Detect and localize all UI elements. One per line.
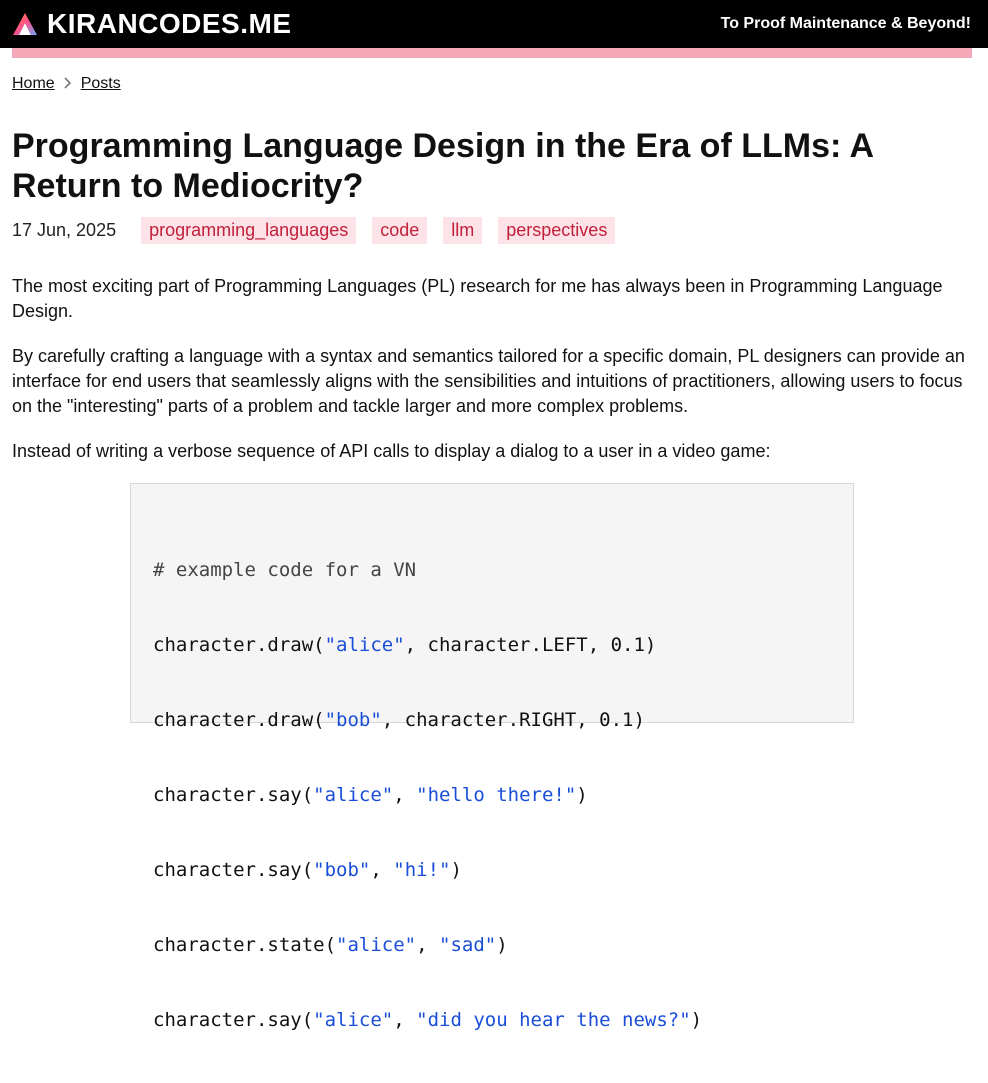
code-comment: # example code for a VN bbox=[153, 559, 417, 581]
code-string: "alice" bbox=[313, 784, 394, 806]
code-line-6: character.say("alice", "did you hear the… bbox=[153, 1008, 831, 1033]
code-text: , character.RIGHT, 0.1) bbox=[381, 709, 645, 731]
post-meta: 17 Jun, 2025 programming_languages code … bbox=[12, 215, 631, 245]
breadcrumb-posts-link[interactable]: Posts bbox=[81, 75, 121, 93]
code-text: character.state( bbox=[153, 934, 337, 956]
chevron-right-icon bbox=[55, 76, 81, 92]
code-string: "hello there!" bbox=[416, 784, 577, 806]
site-name: KIRANCODES.ME bbox=[47, 8, 292, 39]
triangle-logo-icon bbox=[13, 13, 37, 35]
code-text: , character.LEFT, 0.1) bbox=[404, 634, 657, 656]
code-text: ) bbox=[690, 1009, 703, 1031]
code-text: character.draw( bbox=[153, 709, 325, 731]
code-text: character.say( bbox=[153, 1009, 314, 1031]
post-title: Programming Language Design in the Era o… bbox=[12, 127, 873, 205]
paragraph-intro: The most exciting part of Programming La… bbox=[12, 276, 943, 321]
post-date: 17 Jun, 2025 bbox=[12, 219, 117, 240]
code-line-5: character.state("alice", "sad") bbox=[153, 933, 831, 958]
breadcrumb-home-link[interactable]: Home bbox=[12, 75, 55, 93]
paragraph-design: By carefully crafting a language with a … bbox=[12, 346, 965, 416]
tag-programming-languages[interactable]: programming_languages bbox=[141, 216, 357, 244]
code-text: ) bbox=[450, 859, 462, 881]
code-line-3: character.say("alice", "hello there!") bbox=[153, 783, 831, 808]
code-line-1: character.draw("alice", character.LEFT, … bbox=[153, 633, 831, 658]
code-string: "sad" bbox=[439, 934, 497, 956]
code-text: ) bbox=[576, 784, 588, 806]
code-string: "alice" bbox=[324, 634, 405, 656]
site-logo-link[interactable]: KIRANCODES.ME bbox=[12, 10, 292, 38]
code-string: "did you hear the news?" bbox=[416, 1009, 691, 1031]
breadcrumb: Home Posts bbox=[12, 70, 976, 98]
code-text: , bbox=[370, 859, 394, 881]
paragraph-example-intro: Instead of writing a verbose sequence of… bbox=[12, 441, 771, 461]
code-text: character.say( bbox=[153, 859, 314, 881]
code-text: , bbox=[393, 1009, 417, 1031]
tag-perspectives[interactable]: perspectives bbox=[498, 216, 616, 244]
code-text: character.draw( bbox=[153, 634, 325, 656]
code-line-4: character.say("bob", "hi!") bbox=[153, 858, 831, 883]
tag-code[interactable]: code bbox=[372, 216, 428, 244]
post-content: Home Posts Programming Language Design i… bbox=[12, 70, 976, 1031]
code-text: ) bbox=[496, 934, 508, 956]
code-string: "hi!" bbox=[393, 859, 451, 881]
code-string: "bob" bbox=[313, 859, 371, 881]
code-block: # example code for a VN character.draw("… bbox=[130, 483, 854, 1031]
code-string: "alice" bbox=[336, 934, 417, 956]
code-string: "alice" bbox=[313, 1009, 394, 1031]
code-text: character.say( bbox=[153, 784, 314, 806]
code-text: , bbox=[416, 934, 439, 956]
site-header: KIRANCODES.ME To Proof Maintenance & Bey… bbox=[0, 0, 988, 48]
code-string: "bob" bbox=[324, 709, 382, 731]
site-tagline: To Proof Maintenance & Beyond! bbox=[720, 15, 971, 32]
code-text: , bbox=[393, 784, 417, 806]
code-line-2: character.draw("bob", character.RIGHT, 0… bbox=[153, 708, 831, 733]
tag-llm[interactable]: llm bbox=[443, 216, 483, 244]
accent-bar bbox=[12, 48, 972, 58]
